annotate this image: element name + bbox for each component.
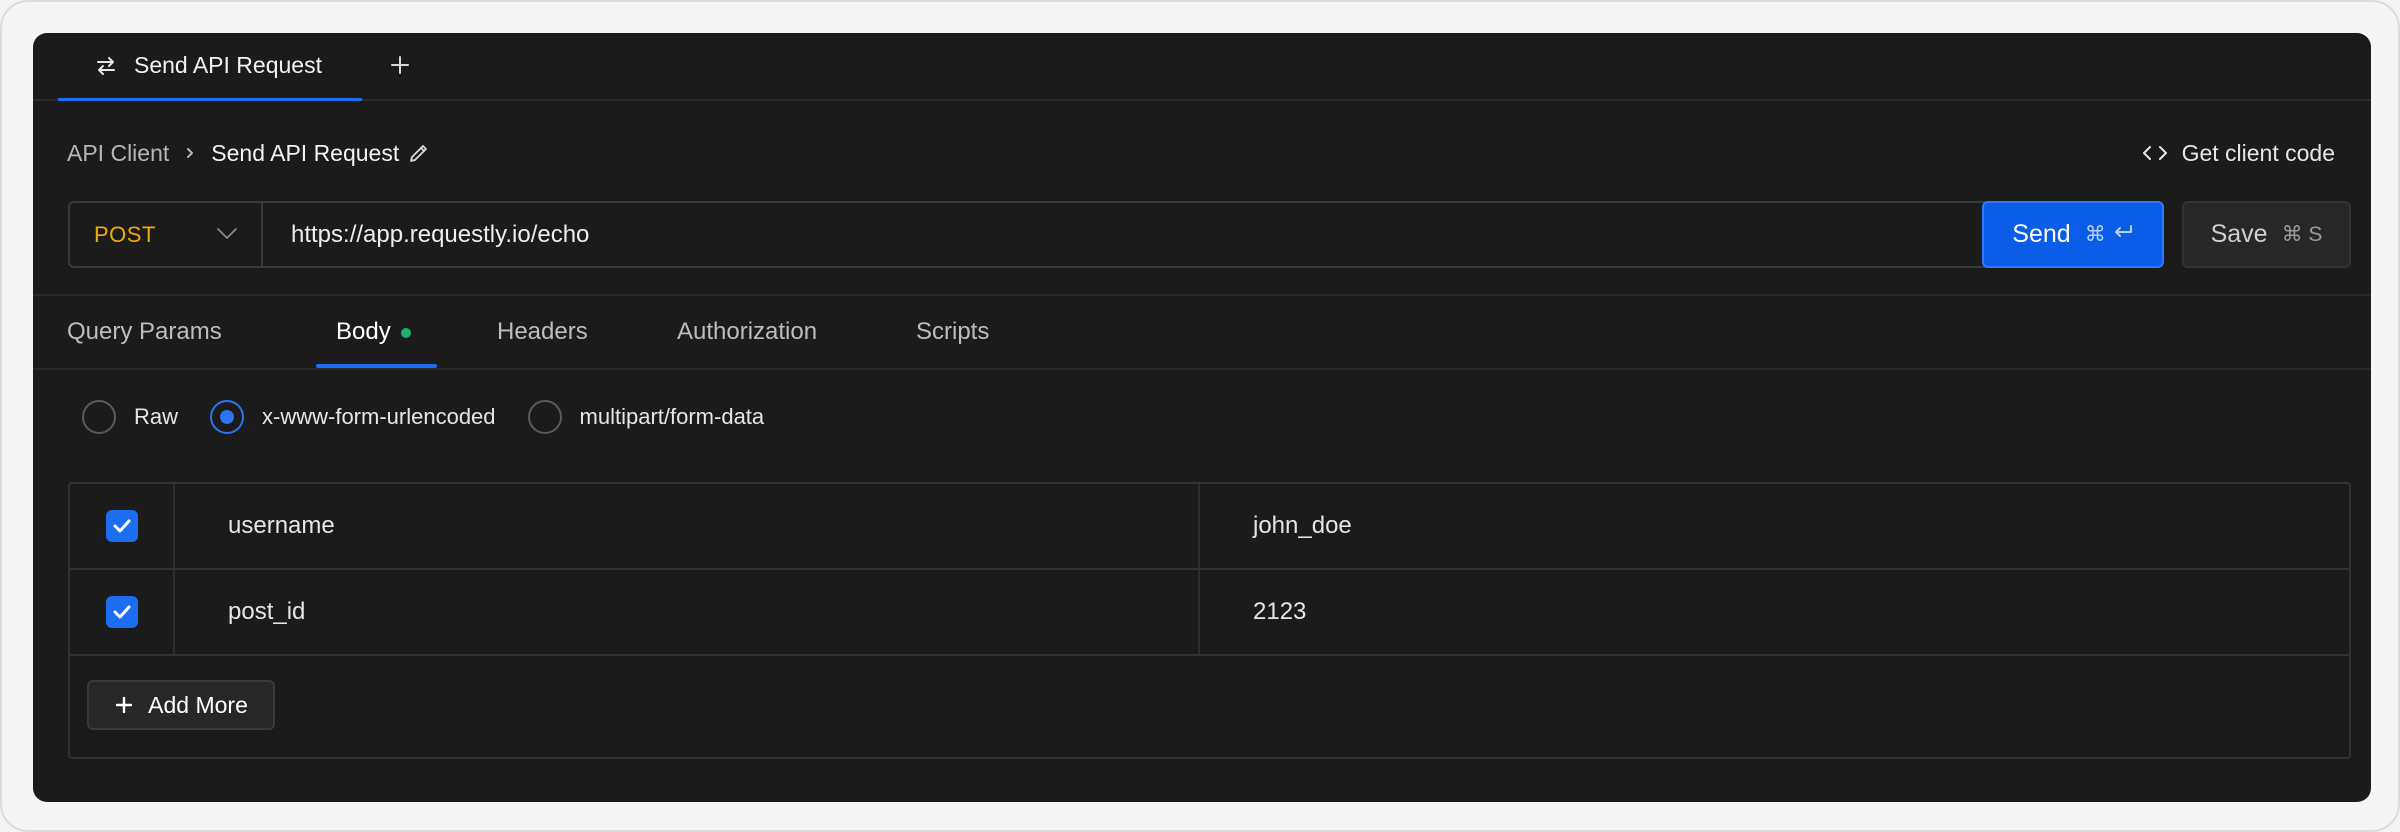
radio-urlencoded[interactable]: x-www-form-urlencoded [210,400,496,434]
send-label: Send [2012,220,2071,248]
save-label: Save [2210,220,2268,248]
command-key: ⌘ [2084,223,2106,246]
code-icon [2142,142,2168,164]
tab-body[interactable]: Body [336,295,411,369]
save-button[interactable]: Save ⌘ S [2182,201,2351,268]
window-frame: Send API Request API Client Send API Req… [0,0,2400,832]
breadcrumb: API Client Send API Request [67,137,431,169]
url-bar: POST https://app.requestly.io/echo [68,201,1993,268]
divider [33,368,2371,370]
pencil-icon[interactable] [407,141,431,165]
value-input[interactable]: john_doe [1200,484,2349,568]
api-client-panel: Send API Request API Client Send API Req… [33,33,2371,802]
radio-circle[interactable] [527,400,562,434]
tab-strip: Send API Request [33,33,2371,101]
get-client-code-label: Get client code [2181,139,2335,166]
method-select[interactable]: POST [70,203,263,266]
add-more-label: Add More [148,691,248,718]
key-value: username [228,512,335,539]
tab-query-params-label: Query Params [67,318,222,345]
tab-label: Send API Request [134,52,322,78]
key-input[interactable]: post_id [175,570,1200,654]
body-type-selector: Raw x-www-form-urlencoded multipart/form… [82,399,796,435]
method-value: POST [94,221,156,247]
row-enabled-checkbox[interactable] [105,596,138,628]
table-row: username john_doe [70,484,2349,570]
chevron-down-icon [215,223,239,245]
tab-headers[interactable]: Headers [497,295,588,369]
key-input[interactable]: username [175,484,1200,568]
radio-raw[interactable]: Raw [82,400,178,434]
value-text: 2123 [1253,598,1307,625]
radio-raw-label: Raw [134,404,179,429]
add-tab-button[interactable] [384,51,416,83]
breadcrumb-current: Send API Request [211,139,400,166]
save-shortcut: ⌘ S [2281,223,2323,246]
tab-send-api-request[interactable]: Send API Request [58,33,362,101]
radio-circle[interactable] [210,400,245,434]
row-enabled-checkbox[interactable] [105,510,138,542]
radio-circle[interactable] [82,400,116,434]
add-more-button[interactable]: Add More [87,680,275,730]
arrows-swap-icon [94,54,118,78]
body-indicator-dot [400,328,411,338]
send-button[interactable]: Send ⌘ [1982,201,2164,268]
tab-scripts-label: Scripts [916,318,990,345]
value-input[interactable]: 2123 [1200,570,2349,654]
row-checkbox-cell [70,570,175,654]
radio-urlencoded-label: x-www-form-urlencoded [262,404,496,429]
table-row: post_id 2123 [70,570,2349,656]
breadcrumb-root[interactable]: API Client [67,140,169,167]
enter-key-icon [2112,223,2134,247]
tab-query-params[interactable]: Query Params [67,295,222,369]
form-data-table: username john_doe post_id 2123 Add More [68,482,2351,759]
tab-headers-label: Headers [497,318,588,345]
request-tabs: Query Params Body Headers Authorization … [33,295,2371,369]
plus-icon [114,695,134,715]
tab-scripts[interactable]: Scripts [916,295,989,369]
tab-authorization-label: Authorization [677,318,818,345]
key-value: post_id [228,598,306,625]
radio-multipart[interactable]: multipart/form-data [527,400,765,434]
value-text: john_doe [1253,512,1352,539]
radio-multipart-label: multipart/form-data [579,404,765,429]
tab-authorization[interactable]: Authorization [677,295,817,369]
plus-icon [389,54,411,81]
chevron-right-icon [183,146,197,160]
get-client-code-button[interactable]: Get client code [2142,137,2335,169]
url-value: https://app.requestly.io/echo [291,220,590,248]
url-input[interactable]: https://app.requestly.io/echo [263,203,1991,266]
row-checkbox-cell [70,484,175,568]
tab-body-label: Body [336,318,391,345]
send-shortcut: ⌘ [2085,222,2134,247]
